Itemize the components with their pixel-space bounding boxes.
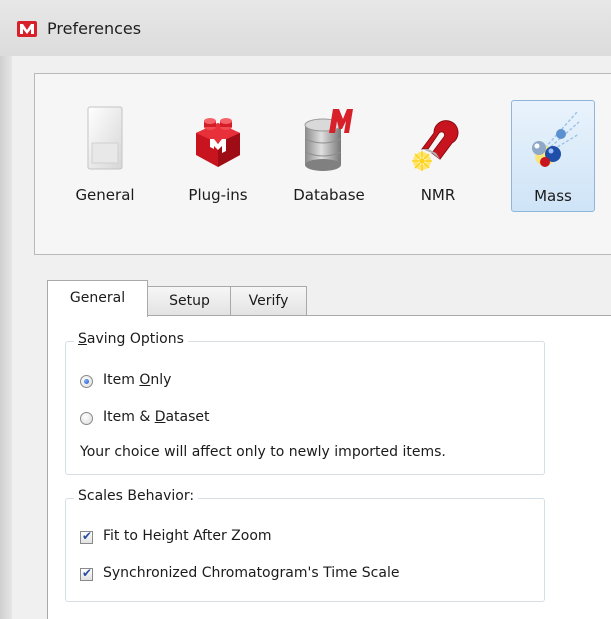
tab-setup[interactable]: Setup bbox=[147, 286, 232, 315]
category-mass-button[interactable]: Mass bbox=[511, 100, 595, 212]
tab-page-general: Saving Options Item Only Item & Dataset … bbox=[47, 315, 611, 619]
category-nmr-button[interactable]: NMR bbox=[402, 100, 474, 212]
category-database-label: Database bbox=[293, 186, 365, 204]
radio-indicator bbox=[80, 375, 93, 388]
synchronized-time-scale-label: Synchronized Chromatogram's Time Scale bbox=[103, 565, 400, 581]
database-cylinder-icon bbox=[304, 109, 353, 171]
category-database-button[interactable]: Database bbox=[285, 100, 373, 212]
window-title: Preferences bbox=[47, 19, 142, 38]
scales-behavior-group: Scales Behavior: ✔ Fit to Height After Z… bbox=[65, 488, 545, 602]
checkbox-indicator: ✔ bbox=[80, 529, 93, 544]
nmr-magnet-icon bbox=[412, 120, 459, 171]
checkbox-indicator: ✔ bbox=[80, 566, 93, 581]
category-general-label: General bbox=[75, 186, 135, 204]
general-page-icon bbox=[87, 106, 123, 170]
window-frame-left bbox=[0, 56, 12, 619]
check-mark-icon: ✔ bbox=[82, 566, 93, 580]
tab-verify[interactable]: Verify bbox=[230, 286, 307, 315]
mnova-logo-icon bbox=[17, 21, 37, 37]
scales-behavior-title: Scales Behavior: bbox=[74, 488, 199, 504]
item-only-label: Item Only bbox=[103, 372, 172, 388]
title-bar[interactable]: Preferences bbox=[0, 0, 611, 56]
saving-options-title: Saving Options bbox=[74, 331, 188, 347]
tab-verify-label: Verify bbox=[248, 293, 289, 309]
preferences-window: Preferences General Plug-ins Database NM… bbox=[0, 0, 611, 619]
tab-setup-label: Setup bbox=[169, 293, 210, 309]
radio-indicator bbox=[80, 412, 93, 425]
fit-to-height-label: Fit to Height After Zoom bbox=[103, 528, 272, 544]
category-plugins-label: Plug-ins bbox=[188, 186, 248, 204]
category-mass-label: Mass bbox=[534, 187, 572, 205]
saving-options-note: Your choice will affect only to newly im… bbox=[80, 444, 446, 460]
tab-general-label: General bbox=[69, 290, 126, 306]
category-general-button[interactable]: General bbox=[66, 100, 144, 212]
plugin-brick-icon bbox=[196, 118, 240, 167]
saving-options-group: Saving Options Item Only Item & Dataset … bbox=[65, 331, 545, 475]
item-and-dataset-label: Item & Dataset bbox=[103, 409, 210, 425]
category-nmr-label: NMR bbox=[420, 186, 456, 204]
tab-general[interactable]: General bbox=[47, 280, 148, 317]
category-plugins-button[interactable]: Plug-ins bbox=[176, 100, 260, 212]
mass-molecules-icon bbox=[532, 111, 580, 167]
check-mark-icon: ✔ bbox=[82, 529, 93, 543]
